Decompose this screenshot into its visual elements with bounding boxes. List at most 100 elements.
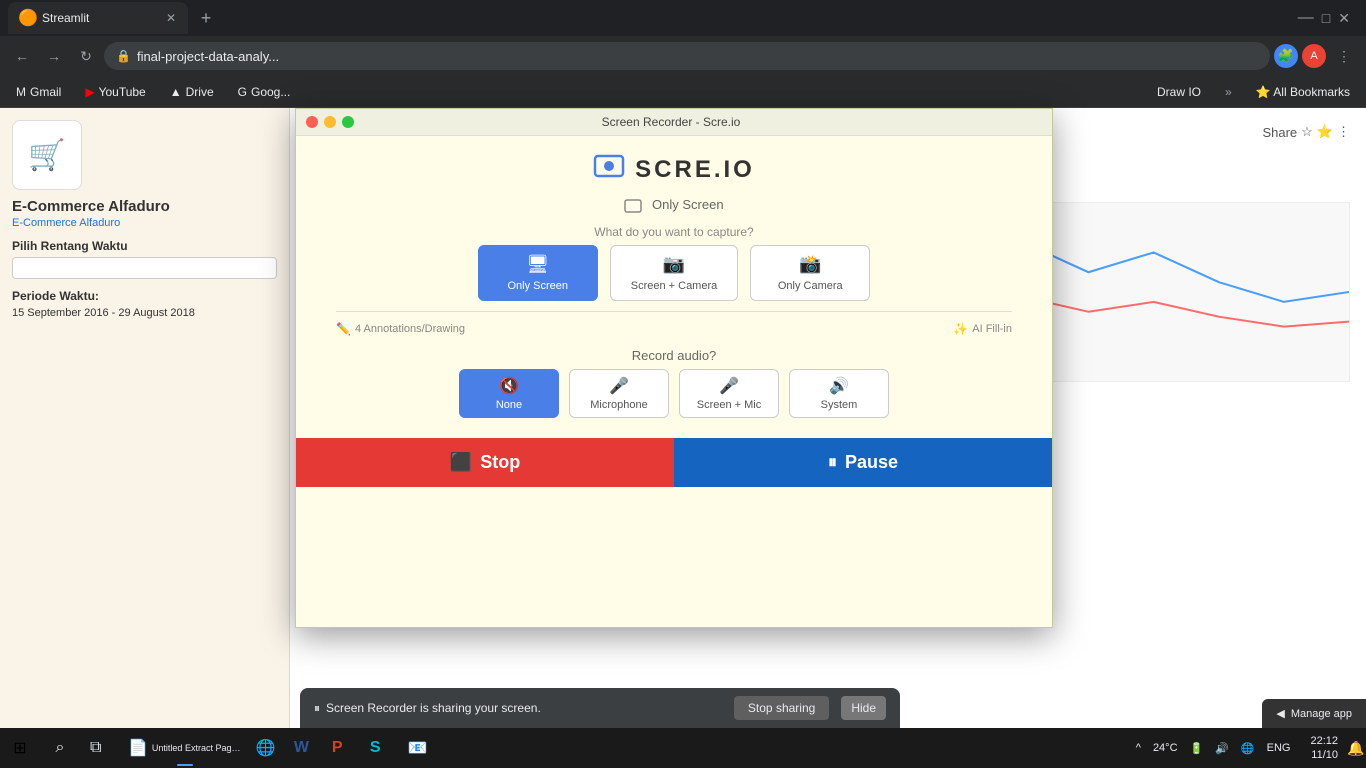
battery-icon[interactable]: 🔋: [1186, 740, 1208, 757]
taskbar-app-word[interactable]: W: [288, 730, 324, 766]
sidebar-logo-image: 🛒: [12, 120, 82, 190]
share-button[interactable]: Share ☆ ⭐ ⋮: [1262, 124, 1350, 140]
address-text: final-project-data-analy...: [137, 49, 279, 64]
periode-value: 15 September 2016 - 29 August 2018: [12, 307, 277, 319]
bookmark-drive[interactable]: ▲Drive: [162, 83, 222, 101]
taskbar-app-s[interactable]: S: [364, 730, 400, 766]
notification-center-button[interactable]: 🔔: [1346, 728, 1366, 768]
windows-taskbar: ⊞ ⌕ ⧉ 📄 Untitled Extract Pages.pdf 🌐 W P…: [0, 728, 1366, 768]
stop-icon: ⬛: [450, 452, 472, 473]
network-icon[interactable]: 🌐: [1237, 740, 1259, 757]
manage-app-button[interactable]: ◀ Manage app: [1262, 699, 1366, 728]
pdf-label: Untitled Extract Pages.pdf: [152, 743, 242, 753]
recording-icon: ⏸: [314, 701, 320, 716]
screo-capture-tab-camera[interactable]: 📸 Only Camera: [750, 245, 870, 301]
tab-bar: 🟠 Streamlit ✕ + — □ ✕: [0, 0, 1366, 36]
screo-pause-button[interactable]: ⏸ Pause: [674, 438, 1052, 487]
volume-icon[interactable]: 🔊: [1211, 740, 1233, 757]
active-tab[interactable]: 🟠 Streamlit ✕: [8, 2, 188, 34]
bookmark-goog[interactable]: GGoog...: [230, 83, 299, 101]
pause-icon: ⏸: [828, 452, 837, 473]
screo-stop-button[interactable]: ⬛ Stop: [296, 438, 674, 487]
screo-min-btn[interactable]: [324, 116, 336, 128]
screo-audio-tab-mic[interactable]: 🎤 Microphone: [569, 369, 669, 418]
word-icon: W: [294, 739, 309, 757]
taskbar-app-taskview[interactable]: ⧉: [84, 730, 120, 766]
start-button[interactable]: ⊞: [0, 728, 40, 768]
taskbar-app-pdf[interactable]: 📄 Untitled Extract Pages.pdf: [122, 730, 248, 766]
screo-main-dialog: Screen Recorder - Scre.io SCRE.IO Only S…: [295, 108, 1053, 628]
bookmark-youtube[interactable]: ▶YouTube: [77, 83, 153, 101]
date-range-input[interactable]: 2016/09/15 - 2018/08/29: [12, 257, 277, 279]
share-notification-bar: ⏸ Screen Recorder is sharing your screen…: [300, 688, 900, 728]
new-tab-button[interactable]: +: [192, 4, 220, 32]
pdf-icon: 📄: [128, 738, 148, 758]
screo-capture-section: What do you want to capture? 🖥 Only Scre…: [296, 221, 1052, 340]
screo-bottom-bar: ⬛ Stop ⏸ Pause: [296, 438, 1052, 487]
screo-audio-label: Record audio?: [316, 348, 1032, 363]
browser-chrome: 🟠 Streamlit ✕ + — □ ✕ ← → ↻ 🔒 final-proj…: [0, 0, 1366, 108]
menu-button[interactable]: ⋮: [1330, 42, 1358, 70]
taskbar-app-mail[interactable]: 📧: [402, 730, 438, 766]
bookmark-all-bookmarks[interactable]: ⭐ All Bookmarks: [1248, 83, 1358, 101]
taskbar-clock[interactable]: 22:12 11/10: [1302, 734, 1346, 763]
screo-dialog-title: Screen Recorder - Scre.io: [602, 115, 741, 129]
maximize-btn[interactable]: □: [1322, 10, 1330, 26]
mail-icon: 📧: [408, 738, 428, 758]
taskbar-app-edge[interactable]: 🌐: [250, 730, 286, 766]
stop-sharing-button[interactable]: Stop sharing: [734, 696, 829, 720]
bookmark-gmail[interactable]: MGmail: [8, 83, 69, 101]
screo-titlebar: Screen Recorder - Scre.io: [296, 109, 1052, 136]
back-button[interactable]: ←: [8, 42, 36, 70]
edge-icon: 🌐: [256, 738, 276, 758]
taskbar-search-button[interactable]: ⌕: [40, 728, 80, 768]
close-btn[interactable]: ✕: [1338, 10, 1350, 27]
screo-capture-tab-screen[interactable]: 🖥 Only Screen: [478, 245, 598, 301]
camera-icon: 📸: [799, 254, 821, 275]
mute-icon: 🔇: [499, 376, 519, 396]
sys-tray-expand[interactable]: ^: [1132, 740, 1145, 756]
language-indicator[interactable]: ENG: [1263, 740, 1295, 756]
screo-annotations: ✏️ 4 Annotations/Drawing: [336, 322, 465, 336]
screo-logo: SCRE.IO: [296, 136, 1052, 197]
sidebar-brand-name: E-Commerce Alfaduro: [12, 198, 277, 215]
profile-icon[interactable]: A: [1302, 44, 1326, 68]
taskbar-apps: ⧉ 📄 Untitled Extract Pages.pdf 🌐 W P S 📧: [80, 730, 1124, 766]
bookmark-draw-io[interactable]: Draw IO: [1149, 83, 1209, 101]
toolbar-right: 🧩 A ⋮: [1274, 42, 1358, 70]
screen-camera-icon: 📷: [663, 254, 685, 275]
screo-capture-tabs: 🖥 Only Screen 📷 Screen + Camera 📸 Only C…: [316, 245, 1032, 301]
extensions-icon[interactable]: 🧩: [1274, 44, 1298, 68]
task-view-icon: ⧉: [90, 739, 101, 757]
screo-audio-tab-none[interactable]: 🔇 None: [459, 369, 559, 418]
screo-audio-tabs: 🔇 None 🎤 Microphone 🎤 Screen + Mic 🔊 Sys…: [316, 369, 1032, 418]
date-range-label: Pilih Rentang Waktu: [12, 239, 277, 253]
periode-label: Periode Waktu:: [12, 289, 277, 303]
microphone-icon: 🎤: [609, 376, 629, 396]
screo-audio-tab-system[interactable]: 🔊 System: [789, 369, 889, 418]
screo-logo-text: SCRE.IO: [635, 156, 755, 184]
tab-close-btn[interactable]: ✕: [166, 11, 176, 25]
forward-button[interactable]: →: [40, 42, 68, 70]
address-bar[interactable]: 🔒 final-project-data-analy...: [104, 42, 1270, 70]
reload-button[interactable]: ↻: [72, 42, 100, 70]
screo-extras: ✏️ 4 Annotations/Drawing ✨ AI Fill-in: [316, 322, 1032, 336]
speaker-icon: 🔊: [829, 376, 849, 396]
browser-toolbar: ← → ↻ 🔒 final-project-data-analy... 🧩 A …: [0, 36, 1366, 76]
clock-date: 11/10: [1310, 748, 1338, 762]
screo-max-btn[interactable]: [342, 116, 354, 128]
hide-button[interactable]: Hide: [841, 696, 886, 720]
screo-close-btn[interactable]: [306, 116, 318, 128]
taskbar-app-ppt[interactable]: P: [326, 730, 362, 766]
notification-icon: 🔔: [1347, 740, 1364, 757]
minimize-btn[interactable]: —: [1298, 9, 1314, 27]
screo-ai-fill: ✨ AI Fill-in: [953, 322, 1012, 336]
app-s-icon: S: [370, 739, 381, 757]
bookmark-more[interactable]: »: [1217, 83, 1240, 101]
screo-audio-tab-screen-mic[interactable]: 🎤 Screen + Mic: [679, 369, 779, 418]
windows-icon: ⊞: [13, 738, 26, 758]
screo-capture-tab-screen-camera[interactable]: 📷 Screen + Camera: [610, 245, 739, 301]
streamlit-sidebar: 🛒 E-Commerce Alfaduro E-Commerce Alfadur…: [0, 108, 290, 728]
sidebar-brand-link[interactable]: E-Commerce Alfaduro: [12, 217, 277, 229]
temp-display: 24°C: [1149, 740, 1182, 756]
